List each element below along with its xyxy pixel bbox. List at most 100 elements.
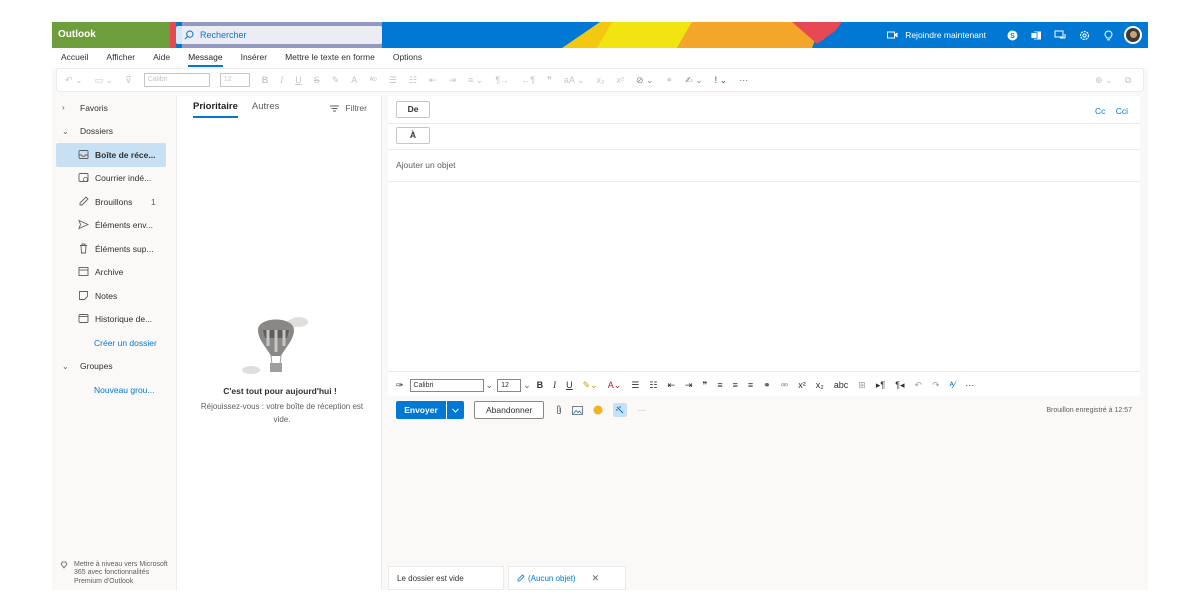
font-size-select[interactable]: 12 (497, 378, 522, 392)
search-box[interactable] (176, 26, 382, 44)
unlink-icon[interactable]: ⚮ (781, 380, 789, 391)
subject-input[interactable] (396, 160, 996, 170)
folders-header[interactable]: ⌄ Dossiers (52, 120, 176, 144)
underline-icon[interactable]: U (566, 380, 573, 390)
designer-icon[interactable] (613, 403, 628, 417)
font-select[interactable]: Calibri (409, 378, 484, 392)
send-options-button[interactable] (446, 401, 464, 419)
menu-inserer[interactable]: Insérer (232, 48, 276, 68)
bold-icon[interactable]: B (537, 380, 544, 390)
highlight-icon[interactable]: ✎⌄ (583, 380, 598, 391)
folder-notes[interactable]: Notes (52, 284, 176, 308)
menu-format-text[interactable]: Mettre le texte en forme (276, 48, 384, 68)
menu-aide[interactable]: Aide (144, 48, 179, 68)
strikethrough-icon[interactable]: S (314, 75, 320, 85)
bcc-link[interactable]: Cci (1116, 106, 1128, 116)
bullets-icon[interactable]: ☰ (389, 75, 397, 86)
indent-icon[interactable]: ⇥ (685, 380, 693, 391)
link-icon[interactable]: ⚭ (763, 380, 771, 391)
underline-icon[interactable]: U (295, 75, 302, 85)
indent-icon[interactable]: ⇥ (449, 75, 457, 86)
tab-other[interactable]: Autres (252, 96, 279, 120)
menu-accueil[interactable]: Accueil (52, 48, 97, 68)
superscript-icon[interactable]: x² (616, 75, 624, 85)
menu-options[interactable]: Options (384, 48, 431, 68)
more-format-icon[interactable]: ··· (965, 380, 974, 390)
folder-history[interactable]: Historique de... (52, 308, 176, 332)
menu-message[interactable]: Message (179, 48, 232, 68)
filter-button[interactable]: Filtrer (330, 96, 367, 120)
new-group-link[interactable]: Nouveau grou... (52, 378, 176, 402)
more-actions-icon[interactable]: ··· (637, 406, 645, 415)
align-icon[interactable]: ≡ ⌄ (468, 75, 483, 86)
teams-icon[interactable] (1024, 22, 1048, 48)
more-options-icon[interactable]: ··· (739, 75, 748, 85)
cc-link[interactable]: Cc (1095, 106, 1105, 116)
format-painter-icon[interactable]: ✑ (396, 380, 404, 391)
ribbon-size-select[interactable]: 12 (219, 73, 250, 87)
ltr-icon[interactable]: ¶→ (495, 75, 509, 85)
user-avatar[interactable] (1124, 26, 1142, 44)
zoom-icon[interactable]: ⊕ ⌄ (1095, 75, 1113, 86)
upgrade-upsell[interactable]: Mettre à niveau vers Microsoft 365 avec … (60, 561, 170, 587)
from-button[interactable]: De (396, 101, 430, 118)
clear-format-icon[interactable]: ᴬᵇ (369, 75, 376, 85)
chevron-down-icon[interactable]: ⌄ (523, 380, 531, 391)
align-left-icon[interactable]: ≡ (717, 380, 722, 390)
numbering-icon[interactable]: ☷ (409, 75, 417, 86)
subscript-icon[interactable]: x₂ (596, 75, 604, 85)
feedback-icon[interactable] (1048, 22, 1072, 48)
tab-draft-no-subject[interactable]: (Aucun objet) ✕ (508, 566, 626, 590)
tab-focused[interactable]: Prioritaire (193, 96, 238, 120)
format-painter-icon[interactable]: ⊽ (125, 75, 132, 86)
tab-empty-folder[interactable]: Le dossier est vide (388, 566, 504, 590)
folder-junk[interactable]: Courrier indé... (52, 167, 176, 191)
chevron-down-icon[interactable]: ⌄ (486, 380, 494, 391)
folder-deleted[interactable]: Éléments sup... (52, 237, 176, 261)
folder-drafts[interactable]: Brouillons 1 (52, 190, 176, 214)
numbering-icon[interactable]: ☷ (649, 380, 657, 391)
case-icon[interactable]: aA ⌄ (564, 75, 585, 86)
settings-icon[interactable] (1072, 22, 1096, 48)
font-color-icon[interactable]: A⌄ (608, 380, 622, 391)
folder-inbox[interactable]: Boîte de réce... (56, 143, 166, 167)
italic-icon[interactable]: I (553, 380, 556, 390)
quote-icon[interactable]: ❞ (547, 75, 552, 86)
join-now-button[interactable]: Rejoindre maintenant (887, 30, 986, 40)
clear-format-icon[interactable]: ᴬ⁄ (950, 380, 956, 390)
image-icon[interactable] (572, 405, 584, 415)
menu-afficher[interactable]: Afficher (97, 48, 144, 68)
align-right-icon[interactable]: ≡ (748, 380, 753, 390)
rtl-icon[interactable]: ←¶ (521, 75, 535, 85)
folder-sent[interactable]: Éléments env... (52, 214, 176, 238)
favorites-header[interactable]: › Favoris (52, 96, 176, 120)
discard-button[interactable]: Abandonner (474, 401, 545, 419)
table-icon[interactable]: ⊞ (858, 380, 866, 391)
link-icon[interactable]: ⚭ (666, 75, 674, 86)
undo-icon[interactable]: ↶ ⌄ (65, 75, 83, 86)
search-input[interactable] (200, 30, 360, 40)
ltr-icon[interactable]: ▸¶ (876, 380, 885, 391)
clipboard-icon[interactable]: ▭ ⌄ (95, 75, 114, 86)
strikethrough-icon[interactable]: abc (834, 380, 849, 390)
importance-icon[interactable]: ! ⌄ (715, 75, 728, 86)
emoji-icon[interactable] (593, 405, 603, 415)
folder-archive[interactable]: Archive (52, 261, 176, 285)
tips-lightbulb-icon[interactable] (1096, 22, 1120, 48)
create-folder-link[interactable]: Créer un dossier (52, 331, 176, 355)
message-body[interactable] (388, 182, 1140, 372)
bullets-icon[interactable]: ☰ (631, 380, 639, 391)
close-icon[interactable]: ✕ (592, 573, 600, 584)
send-button[interactable]: Envoyer (396, 401, 446, 419)
attach-icon[interactable]: ⊘ ⌄ (636, 75, 654, 86)
popout-icon[interactable]: ⧉ (1125, 75, 1131, 86)
undo-icon[interactable]: ↶ (915, 380, 923, 391)
skype-icon[interactable]: S (1000, 22, 1024, 48)
groups-header[interactable]: ⌄ Groupes (52, 355, 176, 379)
subscript-icon[interactable]: x₂ (816, 380, 824, 390)
quote-icon[interactable]: ❞ (703, 380, 708, 391)
highlight-icon[interactable]: ✎ (332, 75, 340, 86)
rtl-icon[interactable]: ¶◂ (895, 380, 904, 391)
font-color-icon[interactable]: A (351, 75, 357, 85)
attach-icon[interactable] (556, 405, 562, 415)
